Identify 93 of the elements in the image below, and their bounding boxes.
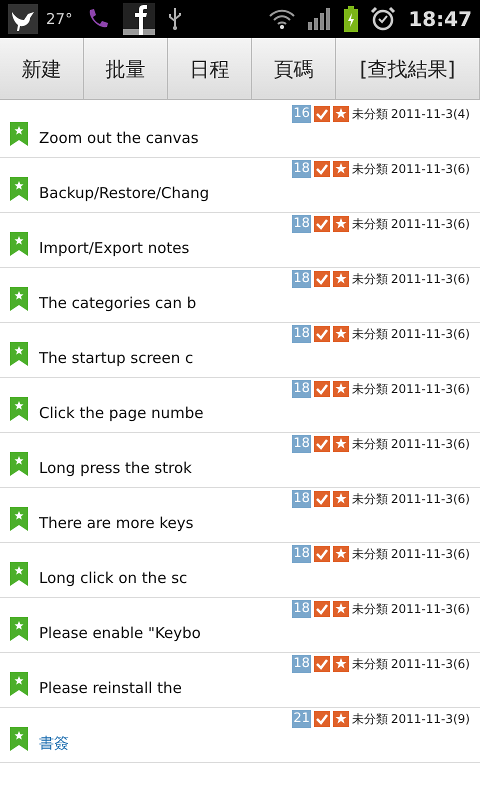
note-title: The categories can b — [39, 293, 196, 314]
note-row[interactable]: 18 未分類 2011-11-3(6) Please enable "Keybo — [0, 598, 480, 653]
battery-icon — [344, 6, 358, 32]
category-label: 未分類 — [352, 161, 388, 178]
facebook-icon — [122, 3, 155, 35]
count-badge: 18 — [292, 600, 311, 618]
count-badge: 16 — [292, 105, 311, 123]
checkbox-icon — [314, 216, 330, 232]
note-row[interactable]: 16 未分類 2011-11-3(4) Zoom out the canvas — [0, 103, 480, 158]
note-row[interactable]: 18 未分類 2011-11-3(6) Please reinstall the — [0, 653, 480, 708]
category-label: 未分類 — [352, 436, 388, 453]
count-badge: 18 — [292, 435, 311, 453]
date-label: 2011-11-3(4) — [390, 106, 470, 123]
category-label: 未分類 — [352, 216, 388, 233]
bookmark-icon — [10, 177, 28, 202]
bookmark-icon — [10, 617, 28, 642]
note-title: The startup screen c — [39, 348, 194, 369]
count-badge: 18 — [292, 160, 311, 178]
note-title: Zoom out the canvas — [39, 128, 199, 149]
note-title: There are more keys — [39, 513, 194, 534]
checkbox-icon — [314, 656, 330, 672]
count-badge: 18 — [292, 545, 311, 563]
checkbox-icon — [314, 326, 330, 342]
checkbox-icon — [314, 271, 330, 287]
bookmark-icon — [10, 452, 28, 476]
note-title: Please enable "Keybo — [39, 623, 201, 644]
checkbox-icon — [314, 711, 330, 727]
category-label: 未分類 — [352, 106, 388, 123]
date-label: 2011-11-3(6) — [390, 381, 470, 398]
temperature: 27° — [46, 8, 73, 30]
bird-icon — [8, 4, 38, 34]
date-label: 2011-11-3(6) — [390, 656, 470, 673]
category-label: 未分類 — [352, 491, 388, 508]
bookmark-icon — [10, 727, 28, 752]
category-label: 未分類 — [352, 711, 388, 728]
note-row[interactable]: 18 未分類 2011-11-3(6) Click the page numbe — [0, 378, 480, 433]
note-title: Long click on the sc — [39, 568, 188, 589]
bookmark-icon — [10, 232, 28, 256]
category-label: 未分類 — [352, 381, 388, 398]
note-row[interactable]: 21 未分類 2011-11-3(9) 書簽 — [0, 708, 480, 763]
bookmark-icon — [10, 507, 28, 532]
count-badge: 18 — [292, 380, 311, 398]
date-label: 2011-11-3(6) — [390, 491, 470, 508]
checkbox-icon — [314, 601, 330, 617]
checkbox-icon — [314, 161, 330, 177]
bookmark-icon — [10, 342, 28, 366]
alarm-clock-icon — [370, 6, 396, 32]
note-row[interactable]: 18 未分類 2011-11-3(6) Backup/Restore/Chang — [0, 158, 480, 213]
note-title: Please reinstall the — [39, 678, 182, 699]
date-label: 2011-11-3(6) — [390, 161, 470, 178]
date-label: 2011-11-3(6) — [390, 326, 470, 343]
note-title: Backup/Restore/Chang — [39, 183, 210, 204]
checkbox-icon — [314, 436, 330, 452]
clock: 18:47 — [408, 6, 472, 33]
count-badge: 18 — [292, 490, 311, 508]
category-label: 未分類 — [352, 656, 388, 673]
count-badge: 21 — [292, 710, 311, 728]
date-label: 2011-11-3(9) — [390, 711, 470, 728]
checkbox-icon — [314, 491, 330, 507]
note-title: Import/Export notes — [39, 238, 190, 259]
note-title: Click the page numbe — [39, 403, 204, 424]
note-title: Long press the strok — [39, 458, 192, 479]
category-label: 未分類 — [352, 271, 388, 288]
note-row[interactable]: 18 未分類 2011-11-3(6) Long click on the sc — [0, 543, 480, 598]
note-row[interactable]: 18 未分類 2011-11-3(6) Long press the strok — [0, 433, 480, 488]
date-label: 2011-11-3(6) — [390, 216, 470, 233]
bookmark-icon — [10, 672, 28, 696]
count-badge: 18 — [292, 655, 311, 673]
note-row[interactable]: 18 未分類 2011-11-3(6) Import/Export notes — [0, 213, 480, 268]
count-badge: 18 — [292, 215, 311, 233]
note-title: 書簽 — [39, 733, 69, 754]
date-label: 2011-11-3(6) — [390, 601, 470, 618]
checkbox-icon — [314, 546, 330, 562]
date-label: 2011-11-3(6) — [390, 271, 470, 288]
count-badge: 18 — [292, 325, 311, 343]
category-label: 未分類 — [352, 601, 388, 618]
category-label: 未分類 — [352, 326, 388, 343]
checkbox-icon — [314, 106, 330, 122]
checkbox-icon — [314, 381, 330, 397]
bookmark-icon — [10, 562, 28, 586]
bookmark-icon — [10, 397, 28, 422]
count-badge: 18 — [292, 270, 311, 288]
bookmark-icon — [10, 287, 28, 312]
category-label: 未分類 — [352, 546, 388, 563]
usb-icon — [166, 7, 183, 31]
bookmark-icon — [10, 122, 28, 146]
wifi-icon — [268, 8, 296, 30]
date-label: 2011-11-3(6) — [390, 436, 470, 453]
signal-icon — [308, 8, 332, 30]
date-label: 2011-11-3(6) — [390, 546, 470, 563]
note-row[interactable]: 18 未分類 2011-11-3(6) The startup screen c — [0, 323, 480, 378]
note-row[interactable]: 18 未分類 2011-11-3(6) There are more keys — [0, 488, 480, 543]
note-row[interactable]: 18 未分類 2011-11-3(6) The categories can b — [0, 268, 480, 323]
